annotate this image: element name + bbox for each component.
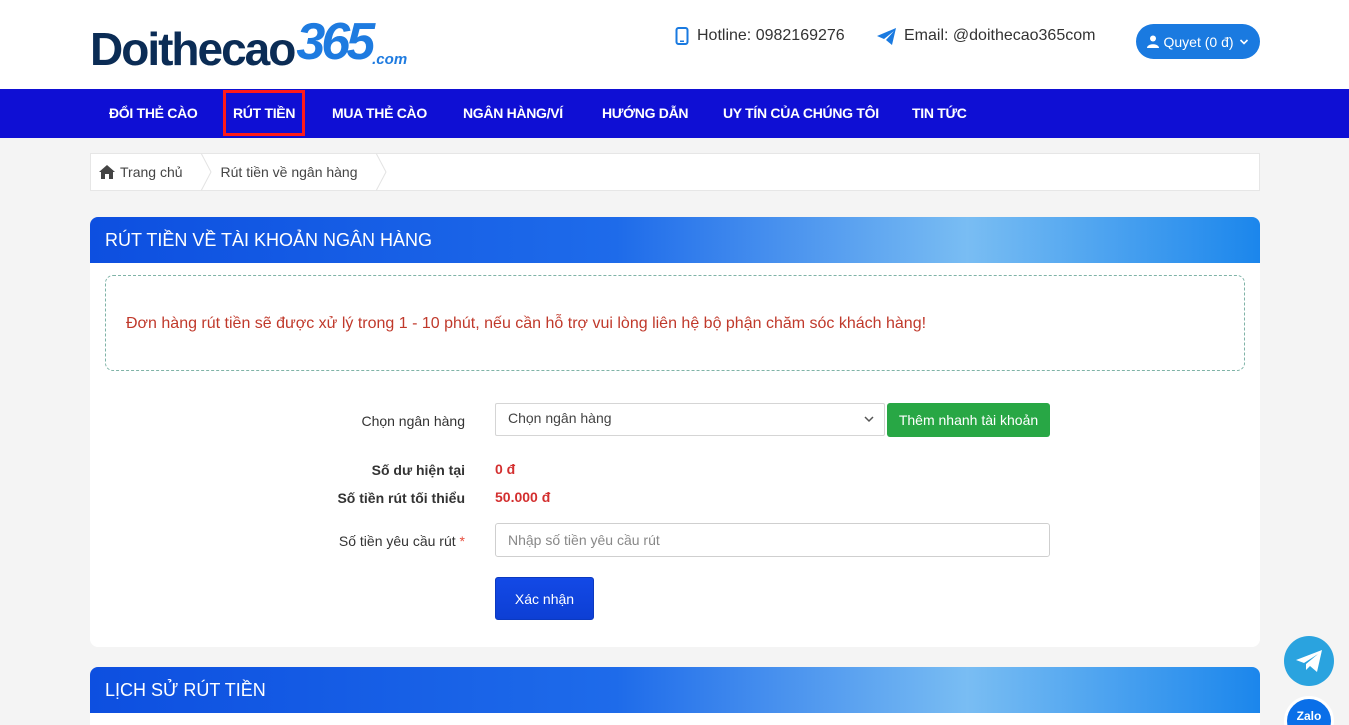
withdraw-card: RÚT TIỀN VỀ TÀI KHOẢN NGÂN HÀNG Đơn hàng… <box>90 217 1260 647</box>
email-contact[interactable]: Email: @doithecao365com <box>877 27 1095 45</box>
nav-ngan-hang-vi[interactable]: NGÂN HÀNG/VÍ <box>463 89 563 138</box>
site-logo[interactable]: Doithecao 365 .com <box>90 14 407 72</box>
chevron-down-icon <box>864 416 874 423</box>
balance-value: 0 đ <box>495 461 516 477</box>
required-mark: * <box>459 533 465 549</box>
min-amount-value: 50.000 đ <box>495 489 551 505</box>
min-amount-label: Số tiền rút tối thiểu <box>337 490 465 506</box>
breadcrumb-current: Rút tiền về ngân hàng <box>213 154 376 190</box>
logo-number: 365 <box>296 13 375 71</box>
breadcrumb-separator <box>375 153 387 191</box>
history-card: LỊCH SỬ RÚT TIỀN <box>90 667 1260 725</box>
nav-tin-tuc[interactable]: TIN TỨC <box>912 89 967 138</box>
nav-huong-dan[interactable]: HƯỚNG DẪN <box>602 89 689 138</box>
user-account-button[interactable]: Quyet (0 đ) <box>1136 24 1260 59</box>
balance-label: Số dư hiện tại <box>371 462 465 478</box>
breadcrumb-home-label: Trang chủ <box>120 164 183 180</box>
phone-icon <box>675 27 689 45</box>
withdraw-notice: Đơn hàng rút tiền sẽ được xử lý trong 1 … <box>105 275 1245 371</box>
amount-label-text: Số tiền yêu cầu rút <box>338 533 456 549</box>
telegram-button[interactable] <box>1284 636 1334 686</box>
user-icon <box>1147 35 1160 48</box>
amount-label: Số tiền yêu cầu rút * <box>339 533 465 549</box>
telegram-icon <box>1296 650 1322 672</box>
bank-label: Chọn ngân hàng <box>361 413 465 429</box>
withdraw-card-title: RÚT TIỀN VỀ TÀI KHOẢN NGÂN HÀNG <box>90 217 1260 263</box>
logo-main-text: Doithecao <box>90 23 296 75</box>
main-nav: ĐỔI THẺ CÀO RÚT TIỀN MUA THẺ CÀO NGÂN HÀ… <box>0 89 1349 138</box>
history-card-title: LỊCH SỬ RÚT TIỀN <box>90 667 1260 713</box>
bank-select-value: Chọn ngân hàng <box>508 410 612 426</box>
zalo-button[interactable]: Zalo <box>1284 696 1334 725</box>
chevron-down-icon <box>1239 38 1248 45</box>
amount-input[interactable] <box>495 523 1050 557</box>
nav-doi-the-cao[interactable]: ĐỔI THẺ CÀO <box>109 89 198 138</box>
hotline-text: Hotline: 0982169276 <box>697 27 845 44</box>
hotline-contact[interactable]: Hotline: 0982169276 <box>675 27 845 45</box>
breadcrumb-current-label: Rút tiền về ngân hàng <box>220 164 358 180</box>
breadcrumb: Trang chủ Rút tiền về ngân hàng <box>90 153 1260 191</box>
home-icon <box>99 165 115 179</box>
quick-add-account-button[interactable]: Thêm nhanh tài khoản <box>887 403 1050 437</box>
nav-uy-tin[interactable]: UY TÍN CỦA CHÚNG TÔI <box>723 89 879 138</box>
logo-suffix: .com <box>372 51 408 68</box>
nav-rut-tien[interactable]: RÚT TIỀN <box>223 90 306 136</box>
site-header: Doithecao 365 .com Hotline: 0982169276 E… <box>0 0 1349 89</box>
zalo-icon: Zalo <box>1296 709 1322 723</box>
user-label: Quyet (0 đ) <box>1163 33 1234 50</box>
breadcrumb-home[interactable]: Trang chủ <box>91 154 201 190</box>
nav-mua-the-cao[interactable]: MUA THẺ CÀO <box>332 89 427 138</box>
email-text: Email: @doithecao365com <box>904 27 1096 44</box>
bank-select[interactable]: Chọn ngân hàng <box>495 403 885 436</box>
paper-plane-icon <box>877 27 896 45</box>
submit-button[interactable]: Xác nhận <box>495 577 594 620</box>
breadcrumb-separator <box>200 153 212 191</box>
